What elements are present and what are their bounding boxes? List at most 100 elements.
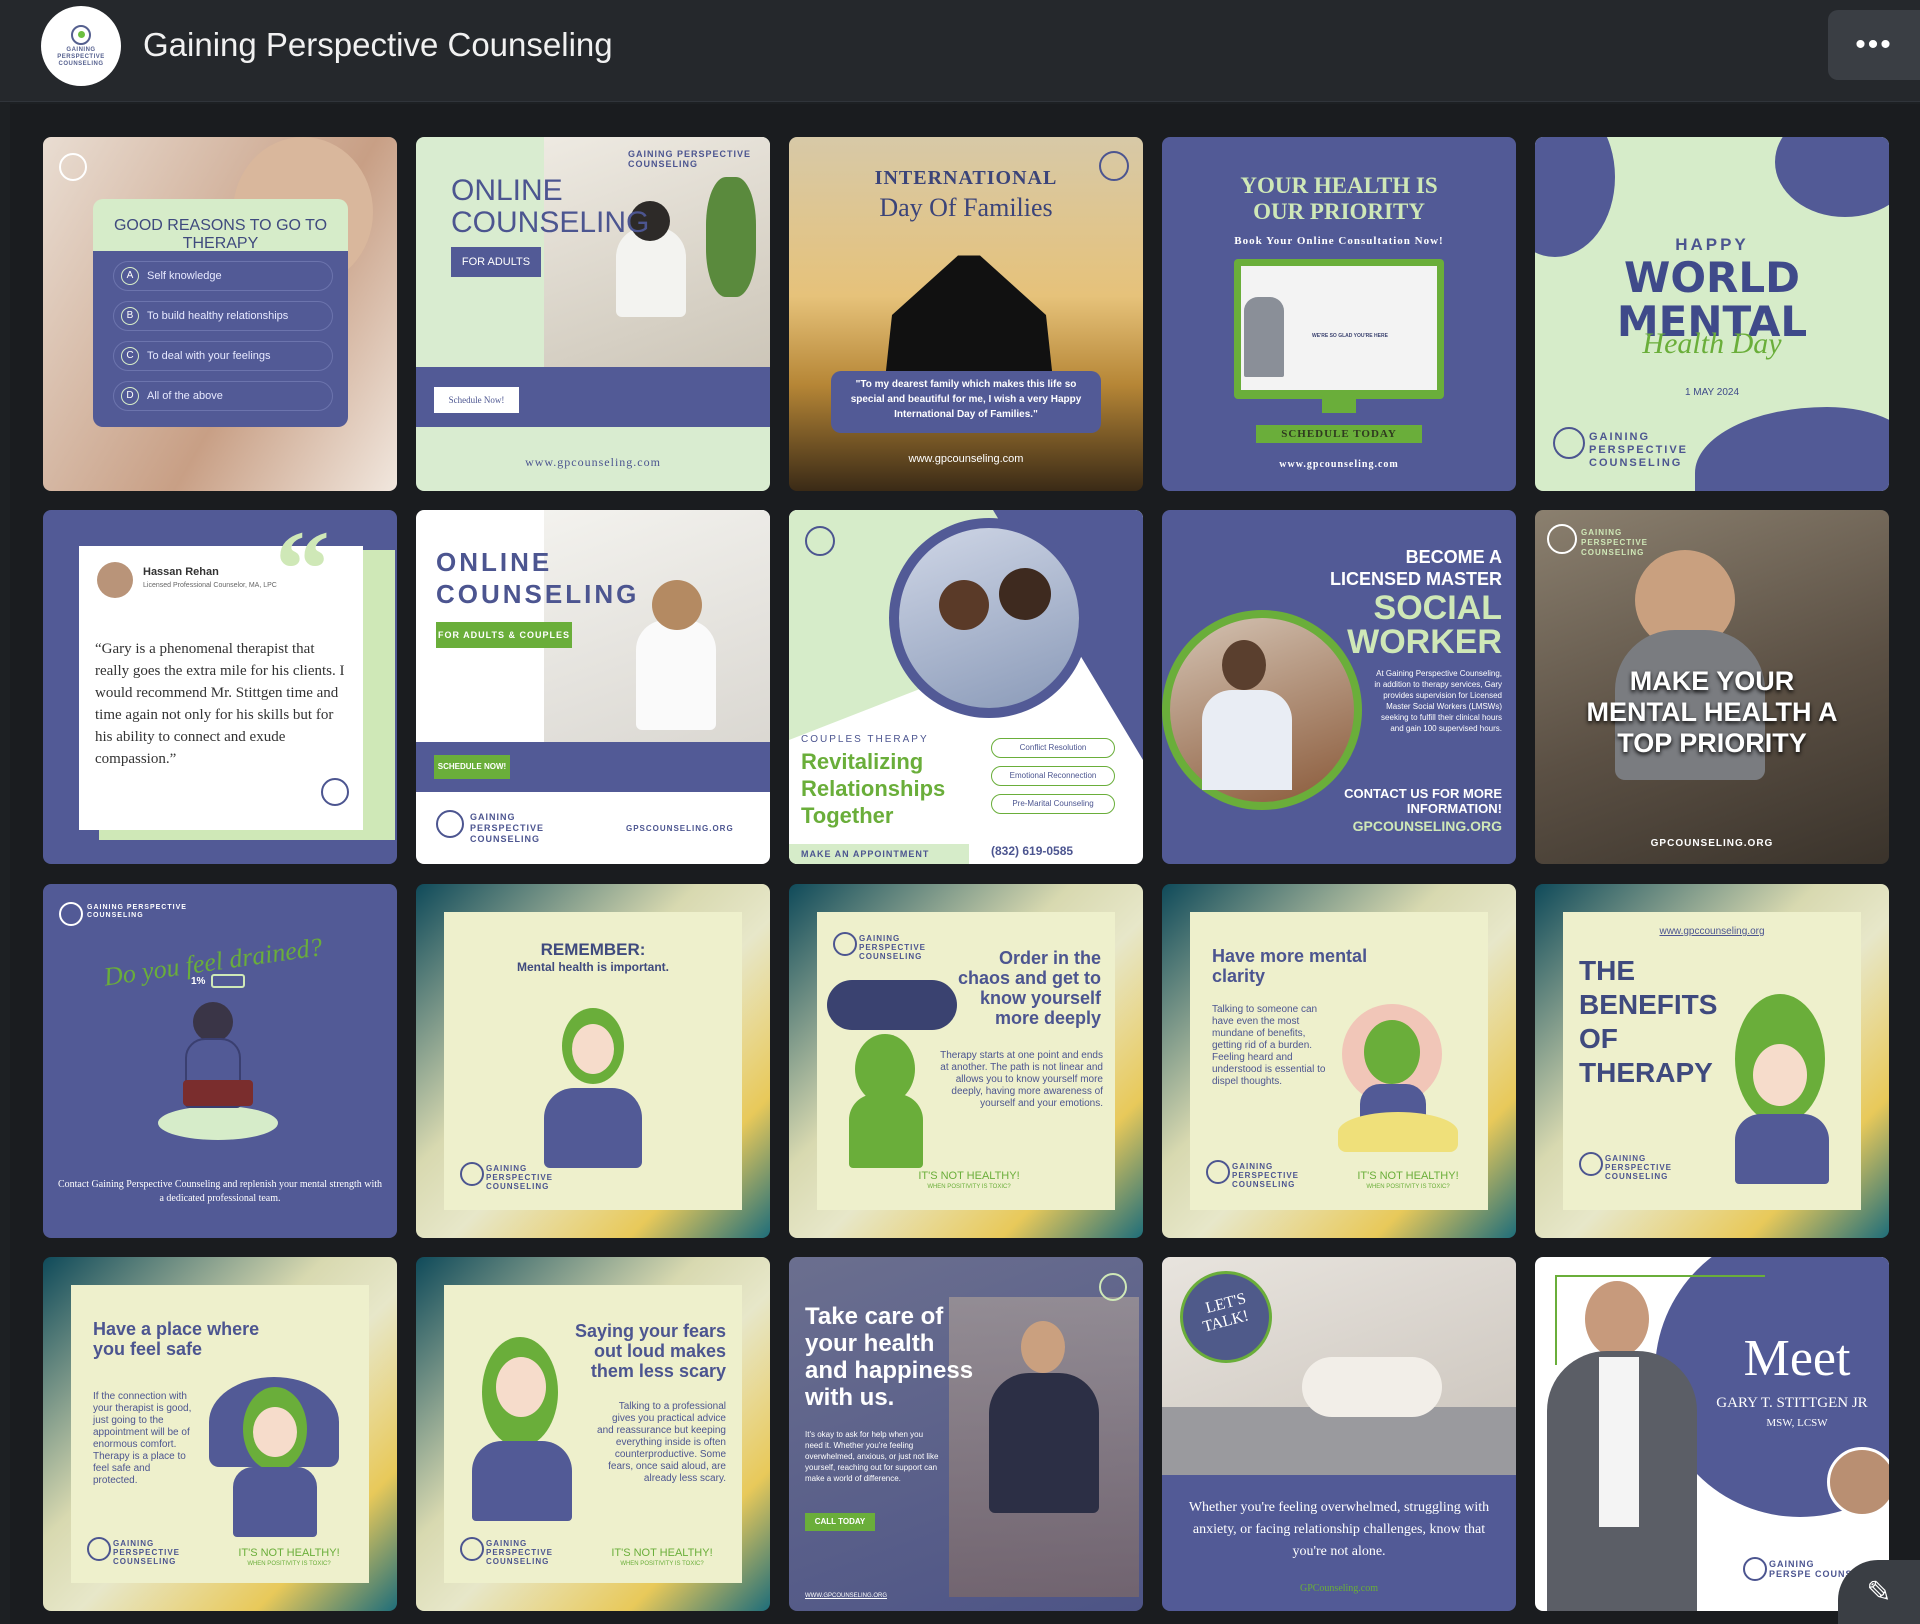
logo-icon — [833, 932, 857, 956]
tile-title: Have a place where — [93, 1319, 260, 1339]
brand: GAINING PERSPECTIVE COUNSELING — [470, 812, 545, 844]
post-benefits-of-therapy[interactable]: www.gpccounseling.org THE BENEFITS OF TH… — [1535, 884, 1889, 1238]
brand: GAINING PERSPECTIVE COUNSELING — [486, 1539, 554, 1566]
body-text: Therapy starts at one point and ends at … — [940, 1050, 1103, 1109]
tile-title: INTERNATIONAL — [874, 167, 1058, 189]
tile-title: Revitalizing — [801, 749, 924, 774]
url: www.gpcounseling.com — [1279, 459, 1399, 470]
post-online-counseling-couples[interactable]: ONLINE COUNSELING FOR ADULTS & COUPLES S… — [416, 510, 770, 864]
post-your-health-priority[interactable]: YOUR HEALTH IS OUR PRIORITY Book Your On… — [1162, 137, 1516, 491]
url: GPCOUNSELING.ORG — [1650, 838, 1774, 849]
script-text: Health Day — [1642, 327, 1782, 360]
post-mental-clarity[interactable]: Have more mental clarity Talking to some… — [1162, 884, 1516, 1238]
testimonial-text: “Gary is a phenomenal therapist that rea… — [95, 641, 345, 767]
service-pill: Conflict Resolution — [991, 738, 1115, 758]
footer-text: IT'S NOT HEALTHY! — [238, 1547, 340, 1559]
tile-title: Meet — [1743, 1330, 1851, 1387]
reviewer-name: Hassan Rehan — [143, 566, 219, 578]
post-lets-talk[interactable]: LET'S TALK! Whether you're feeling overw… — [1162, 1257, 1516, 1611]
post-couples-therapy[interactable]: COUPLES THERAPY Revitalizing Relationshi… — [789, 510, 1143, 864]
brand: GAINING PERSPECTIVE COUNSELING — [87, 904, 187, 919]
tile-title: YOUR HEALTH IS — [1240, 173, 1438, 198]
cta-button: SCHEDULE NOW! — [434, 755, 510, 779]
list-item: All of the above — [147, 390, 223, 402]
post-feel-drained[interactable]: GAINING PERSPECTIVE COUNSELING Do you fe… — [43, 884, 397, 1238]
logo-icon — [1579, 1152, 1603, 1176]
quote-mark-icon: “ — [275, 510, 330, 630]
tile-title: GOOD REASONS TO GO TO THERAPY — [113, 217, 328, 252]
post-take-care[interactable]: Take care of your health and happiness w… — [789, 1257, 1143, 1611]
tile-title: WORLD — [1624, 253, 1800, 302]
badge: FOR ADULTS & COUPLES — [436, 622, 572, 648]
post-world-mental-health-day[interactable]: HAPPY WORLD MENTAL Health Day 1 MAY 2024… — [1535, 137, 1889, 491]
phone: (832) 619-0585 — [991, 844, 1074, 858]
quote: "To my dearest family which makes this l… — [850, 379, 1082, 420]
ellipsis-icon: ••• — [1855, 28, 1893, 61]
logo-icon — [805, 526, 835, 556]
badge: FOR ADULTS — [451, 247, 541, 277]
post-social-worker[interactable]: BECOME A LICENSED MASTER SOCIAL WORKER A… — [1162, 510, 1516, 864]
brand: GAINING PERSPECTIVE COUNSELING — [628, 149, 752, 169]
list-item: To deal with your feelings — [147, 350, 271, 362]
brand: GAINING PERSPECTIVE COUNSELING — [1605, 1154, 1673, 1181]
page-avatar[interactable]: GAINING PERSPECTIVE COUNSELING — [41, 6, 121, 86]
body-text: Talking to a professional gives you prac… — [597, 1401, 726, 1484]
logo-icon — [1553, 427, 1585, 459]
tile-title: Order in the — [998, 948, 1101, 968]
post-order-in-chaos[interactable]: GAINING PERSPECTIVE COUNSELING Order in … — [789, 884, 1143, 1238]
cloud-icon — [827, 980, 957, 1030]
post-international-day-of-families[interactable]: INTERNATIONAL Day Of Families "To my dea… — [789, 137, 1143, 491]
body-text: Talking to someone can have even the mos… — [1212, 1004, 1326, 1087]
tile-title: Saying your fears — [574, 1321, 726, 1341]
avatar — [97, 562, 133, 598]
tile-title: THE — [1579, 955, 1635, 986]
logo-icon — [71, 24, 91, 45]
cta-button: MAKE AN APPOINTMENT — [801, 849, 930, 859]
contact-text: CONTACT US FOR MORE INFORMATION! — [1344, 786, 1502, 816]
post-fears-out-loud[interactable]: Saying your fears out loud makes them le… — [416, 1257, 770, 1611]
battery-icon — [211, 974, 245, 988]
post-good-reasons[interactable]: GOOD REASONS TO GO TO THERAPY A Self kno… — [43, 137, 397, 491]
post-top-priority[interactable]: GAINING PERSPECTIVE COUNSELING MAKE YOUR… — [1535, 510, 1889, 864]
service-pill: Emotional Reconnection — [991, 766, 1115, 786]
footer-text: IT'S NOT HEALTHY! — [611, 1547, 713, 1559]
logo-icon — [460, 1162, 484, 1186]
url: WWW.GPCOUNSELING.ORG — [805, 1593, 888, 1599]
tile-title: ONLINE — [436, 547, 553, 577]
kicker: COUPLES THERAPY — [801, 734, 929, 745]
url: www.gpcounseling.com — [908, 453, 1024, 465]
list-item: Self knowledge — [147, 270, 222, 282]
edit-button[interactable]: ✎ — [1838, 1560, 1920, 1624]
happy-text: HAPPY — [1675, 235, 1749, 254]
footer-text: IT'S NOT HEALTHY! — [918, 1170, 1020, 1182]
post-online-counseling-adults[interactable]: GAINING PERSPECTIVE COUNSELING ONLINE CO… — [416, 137, 770, 491]
logo-icon — [87, 1537, 111, 1561]
post-testimonial[interactable]: “ Hassan Rehan Licensed Professional Cou… — [43, 510, 397, 864]
post-feel-safe[interactable]: Have a place where you feel safe If the … — [43, 1257, 397, 1611]
url: GPCounseling.com — [1299, 1583, 1379, 1594]
more-options-button[interactable]: ••• — [1828, 10, 1920, 80]
logo-icon — [1743, 1557, 1767, 1581]
url: GPCOUNSELING.ORG — [1352, 818, 1502, 834]
date: 1 MAY 2024 — [1684, 387, 1740, 398]
reviewer-role: Licensed Professional Counselor, MA, LPC — [143, 582, 277, 589]
edit-icon: ✎ — [1866, 1575, 1892, 1609]
logo-icon — [1099, 151, 1129, 181]
tile-title: MAKE YOUR — [1629, 666, 1795, 696]
cta-button: SCHEDULE TODAY — [1256, 425, 1422, 443]
post-remember[interactable]: REMEMBER: Mental health is important. GA… — [416, 884, 770, 1238]
cta-button: CALL TODAY — [805, 1513, 875, 1531]
couple-photo — [899, 528, 1079, 708]
logo-icon — [460, 1537, 484, 1561]
logo-icon — [321, 778, 349, 806]
tile-title: REMEMBER: — [540, 940, 646, 959]
body-text: It's okay to ask for help when you need … — [805, 1430, 939, 1483]
post-meet-gary[interactable]: Meet GARY T. STITTGEN JR MSW, LCSW GAINI… — [1535, 1257, 1889, 1611]
credentials: MSW, LCSW — [1766, 1417, 1828, 1429]
brand: GAINING PERSPECTIVE COUNSELING — [486, 1164, 554, 1191]
body-text: Whether you're feeling overwhelmed, stru… — [1188, 1500, 1490, 1559]
logo-icon — [59, 153, 87, 181]
logo-icon — [1099, 1273, 1127, 1301]
cta-button: Schedule Now! — [434, 387, 519, 413]
logo-icon — [436, 810, 464, 838]
